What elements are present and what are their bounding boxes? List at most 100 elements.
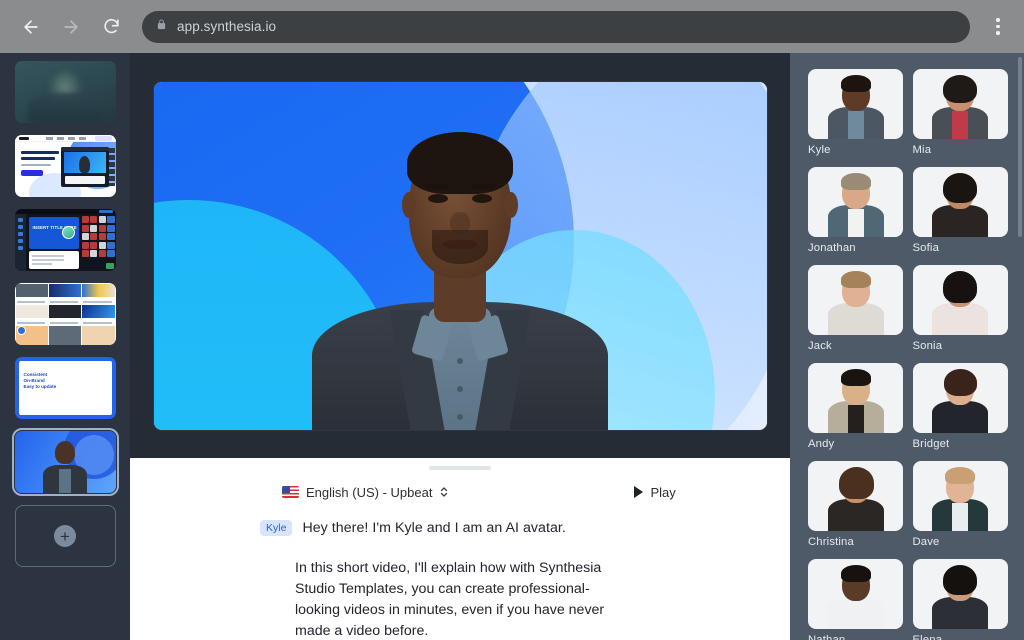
scene-2-cta	[95, 136, 112, 141]
address-bar[interactable]: app.synthesia.io	[142, 11, 970, 43]
avatar-card-dave[interactable]: Dave	[913, 461, 1009, 550]
avatar-thumbnail	[913, 69, 1008, 139]
avatar-name: Christina	[808, 536, 904, 548]
scene-4-user-badge	[17, 326, 26, 335]
panel-resize-handle[interactable]	[429, 466, 491, 470]
avatar-kyle-render[interactable]	[312, 130, 608, 430]
avatar-shirt-button	[457, 414, 463, 420]
avatar-name: Sonia	[913, 340, 1009, 352]
video-canvas[interactable]	[154, 82, 767, 430]
avatar-card-mia[interactable]: Mia	[913, 69, 1009, 158]
avatar-card-nathan[interactable]: Nathan	[808, 559, 904, 640]
avatar-hair	[943, 173, 977, 203]
avatar-name: Andy	[808, 438, 904, 450]
avatar-card-kyle[interactable]: Kyle	[808, 69, 904, 158]
avatar-inner	[848, 405, 864, 433]
avatar-card-bridget[interactable]: Bridget	[913, 363, 1009, 452]
avatar-hair	[943, 75, 977, 103]
avatar-thumbnail	[808, 559, 903, 629]
scene-4-card-image	[49, 326, 81, 345]
avatar-inner	[848, 209, 864, 237]
avatar-name: Kyle	[808, 144, 904, 156]
scene-3-topbar-button	[99, 210, 113, 212]
avatar-mouth	[443, 240, 477, 249]
scene-4-card-caption	[50, 322, 79, 324]
scene-3-grid-cell	[90, 242, 97, 249]
back-button[interactable]	[12, 8, 50, 46]
us-flag-icon	[282, 486, 299, 498]
scene-2-nav-links	[46, 137, 90, 139]
scene-2-headline-b	[21, 157, 55, 160]
avatar-shirt-button	[457, 386, 463, 392]
scene-3-toolrail	[15, 214, 26, 271]
avatar-hair	[841, 271, 871, 288]
avatar-thumbnail	[808, 461, 903, 531]
avatar-inner	[952, 209, 968, 237]
avatar-ear-left	[402, 192, 416, 218]
avatar-card-jonathan[interactable]: Jonathan	[808, 167, 904, 256]
scene-4-card-image	[49, 284, 81, 297]
scene-3-script-line-2	[32, 259, 64, 261]
avatar-panel-scrollbar[interactable]	[1018, 57, 1022, 237]
play-button[interactable]: Play	[634, 485, 675, 500]
avatar-card-sofia[interactable]: Sofia	[913, 167, 1009, 256]
scene-thumbnail-5[interactable]: Consistent On-Brand Easy to update	[15, 357, 116, 419]
avatar-card-andy[interactable]: Andy	[808, 363, 904, 452]
avatar-thumbnail	[808, 167, 903, 237]
avatar-grid: Kyle Mia Jonathan	[808, 69, 1008, 640]
avatar-hair	[841, 369, 871, 386]
scene-thumbnail-6[interactable]	[15, 431, 116, 493]
avatar-name: Bridget	[913, 438, 1009, 450]
scene-4-card	[82, 284, 115, 304]
plus-circle-icon: +	[54, 525, 76, 547]
scene-3-script-line-1	[32, 255, 64, 257]
forward-button[interactable]	[52, 8, 90, 46]
avatar-card-jack[interactable]: Jack	[808, 265, 904, 354]
scene-3-grid-cell	[107, 233, 114, 240]
chevron-updown-icon	[440, 486, 448, 498]
scene-4-card	[16, 284, 48, 304]
scene-5-headline: Consistent On-Brand Easy to update	[24, 372, 57, 390]
scene-thumbnail-4[interactable]	[15, 283, 116, 345]
scene-3-grid-cell	[107, 225, 114, 232]
scene-thumbnail-3[interactable]: INSERT TITLE HERE	[15, 209, 116, 271]
voice-selector[interactable]: English (US) - Upbeat	[282, 485, 448, 500]
kebab-menu-icon[interactable]	[984, 8, 1012, 46]
scene-thumbnail-1[interactable]	[15, 61, 116, 123]
scene-4-card-image	[16, 305, 48, 318]
avatar-hair	[943, 565, 977, 595]
scene-3-action-button	[106, 263, 114, 269]
avatar-thumbnail	[913, 363, 1008, 433]
scene-5-card: Consistent On-Brand Easy to update	[19, 361, 112, 415]
avatar-hair	[945, 467, 975, 484]
scene-3-grid-cell	[82, 250, 89, 257]
browser-nav-buttons	[12, 8, 130, 46]
scene-2-button	[21, 170, 43, 176]
avatar-name: Jack	[808, 340, 904, 352]
avatar-hair	[839, 467, 874, 499]
script-paragraph-1: Hey there! I'm Kyle and I am an AI avata…	[302, 518, 565, 539]
avatar-inner	[952, 307, 968, 335]
add-scene-button[interactable]: +	[15, 505, 116, 567]
scene-3-script-panel	[29, 251, 79, 269]
scene-3-slide-avatar	[62, 226, 75, 239]
avatar-inner	[848, 307, 864, 335]
avatar-thumbnail	[913, 559, 1008, 629]
scene-4-card-caption	[17, 322, 46, 324]
scene-2-logo	[19, 137, 29, 140]
reload-button[interactable]	[92, 8, 130, 46]
avatar-card-christina[interactable]: Christina	[808, 461, 904, 550]
script-body[interactable]: Kyle Hey there! I'm Kyle and I am an AI …	[130, 504, 675, 640]
avatar-hair	[841, 75, 871, 92]
scene-3-topbar	[15, 209, 116, 214]
scene-3-grid-cell	[99, 250, 106, 257]
avatar-inner	[952, 601, 968, 629]
speaker-badge[interactable]: Kyle	[260, 520, 292, 536]
scene-3-grid-cell	[90, 233, 97, 240]
avatar-name: Elena	[913, 634, 1009, 640]
scene-thumbnail-2[interactable]	[15, 135, 116, 197]
avatar-inner	[848, 503, 864, 531]
avatar-card-sonia[interactable]: Sonia	[913, 265, 1009, 354]
scene-2-navbar	[15, 135, 116, 142]
avatar-card-elena[interactable]: Elena	[913, 559, 1009, 640]
